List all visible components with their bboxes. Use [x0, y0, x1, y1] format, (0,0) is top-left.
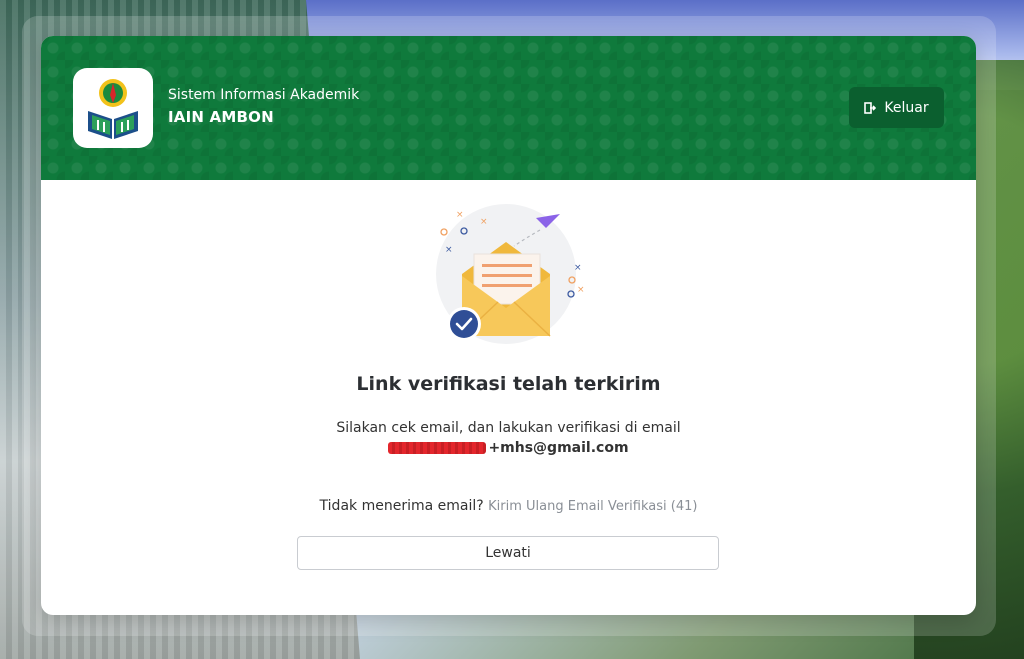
iain-ambon-logo [73, 68, 153, 148]
svg-text:×: × [574, 263, 582, 273]
email-visible-part: +mhs@gmail.com [488, 440, 629, 456]
card-header: Sistem Informasi Akademik IAIN AMBON Kel… [41, 36, 976, 180]
resend-prompt: Tidak menerima email? [319, 498, 484, 514]
resend-verification-link[interactable]: Kirim Ulang Email Verifikasi (41) [488, 499, 697, 514]
verification-message: Silakan cek email, dan lakukan verifikas… [41, 418, 976, 458]
skip-button[interactable]: Lewati [297, 536, 719, 570]
logout-button[interactable]: Keluar [849, 87, 944, 128]
logout-icon [864, 101, 877, 114]
verification-heading: Link verifikasi telah terkirim [356, 373, 661, 395]
svg-text:×: × [480, 217, 488, 227]
logo-emblem-icon [88, 79, 138, 139]
brand-block: Sistem Informasi Akademik IAIN AMBON [168, 86, 359, 126]
svg-text:×: × [445, 245, 453, 255]
svg-text:×: × [577, 285, 585, 295]
verification-message-text: Silakan cek email, dan lakukan verifikas… [336, 420, 681, 436]
envelope-sent-illustration: × × × × × [436, 204, 585, 344]
verification-email: +mhs@gmail.com [41, 438, 976, 458]
verification-card: Sistem Informasi Akademik IAIN AMBON Kel… [41, 36, 976, 615]
app-subtitle: Sistem Informasi Akademik [168, 87, 360, 103]
resend-row: Tidak menerima email? Kirim Ulang Email … [41, 498, 976, 514]
redacted-email-part [388, 442, 487, 454]
svg-text:×: × [456, 210, 464, 220]
app-title: IAIN AMBON [168, 108, 274, 126]
logout-label: Keluar [884, 99, 929, 116]
